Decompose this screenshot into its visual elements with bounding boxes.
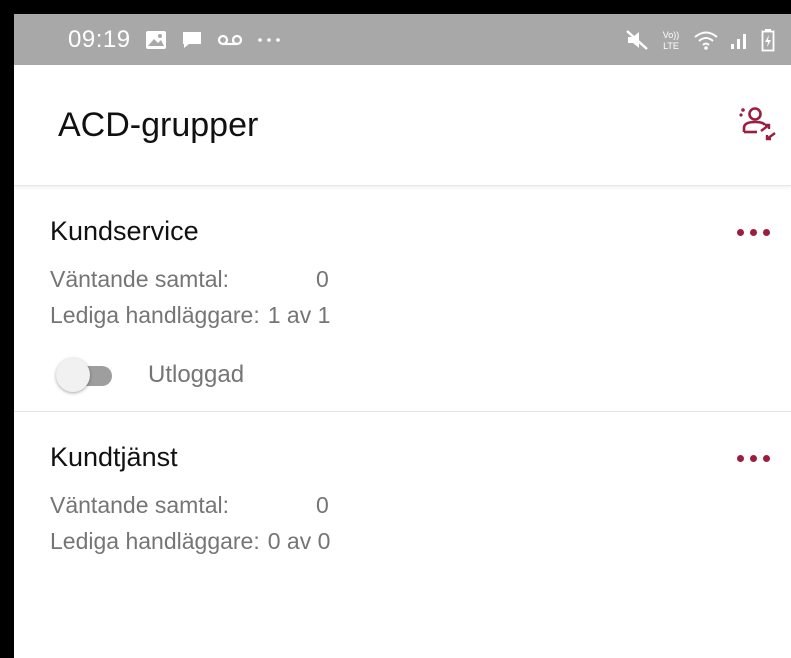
waiting-calls-label: Väntande samtal: [50, 492, 230, 518]
more-dot [736, 228, 744, 236]
available-agents-value: 0 av 0 [267, 528, 331, 554]
available-agents-label: Lediga handläggare: [50, 302, 260, 328]
waiting-calls-label: Väntande samtal: [50, 266, 230, 292]
agent-switch-button[interactable] [733, 101, 781, 149]
more-dot [762, 228, 770, 236]
more-dots-icon [257, 36, 281, 44]
waiting-calls-value: 0 [316, 266, 329, 292]
signal-icon [729, 29, 751, 51]
message-icon [181, 30, 203, 50]
voicemail-icon [217, 33, 243, 47]
acd-group-card: Kundtjänst Väntande samtal: 0 Lediga han… [14, 412, 791, 559]
login-toggle[interactable] [56, 357, 114, 393]
image-icon [145, 30, 167, 50]
more-dot [736, 454, 744, 462]
more-dot [749, 228, 757, 236]
clock: 09:19 [68, 25, 131, 53]
mute-icon [625, 29, 649, 51]
agent-switch-icon [735, 101, 779, 150]
login-toggle-row: Utloggad [50, 353, 767, 411]
status-bar-left: 09:19 [68, 26, 281, 54]
available-agents-row: Lediga handläggare: 0 av 0 [50, 523, 767, 559]
available-agents-label: Lediga handläggare: [50, 528, 260, 554]
battery-icon [761, 28, 775, 52]
group-name: Kundservice [50, 216, 199, 246]
more-dot [749, 454, 757, 462]
wifi-icon [693, 29, 719, 51]
page-title: ACD-grupper [58, 105, 259, 144]
acd-group-card: Kundservice Väntande samtal: 0 Lediga ha… [14, 186, 791, 412]
status-bar: 09:19 Vo)) LTE [14, 14, 791, 65]
app-bar: ACD-grupper [14, 65, 791, 186]
available-agents-value: 1 av 1 [267, 302, 331, 328]
group-more-button[interactable] [729, 446, 777, 470]
more-dot [762, 454, 770, 462]
waiting-calls-value: 0 [316, 492, 329, 518]
status-bar-right: Vo)) LTE [625, 28, 775, 52]
waiting-calls-row: Väntande samtal: 0 [50, 261, 767, 297]
waiting-calls-row: Väntande samtal: 0 [50, 487, 767, 523]
app-screen: 09:19 Vo)) LTE ACD-grupper Kundservice V… [14, 14, 791, 658]
toggle-thumb [56, 358, 90, 392]
group-more-button[interactable] [729, 220, 777, 244]
volte-icon: Vo)) LTE [659, 28, 683, 52]
login-status-label: Utloggad [148, 361, 245, 388]
volte-top-text: Vo)) [663, 30, 680, 40]
volte-bottom-text: LTE [663, 41, 679, 51]
group-name: Kundtjänst [50, 442, 178, 472]
available-agents-row: Lediga handläggare: 1 av 1 [50, 297, 767, 333]
